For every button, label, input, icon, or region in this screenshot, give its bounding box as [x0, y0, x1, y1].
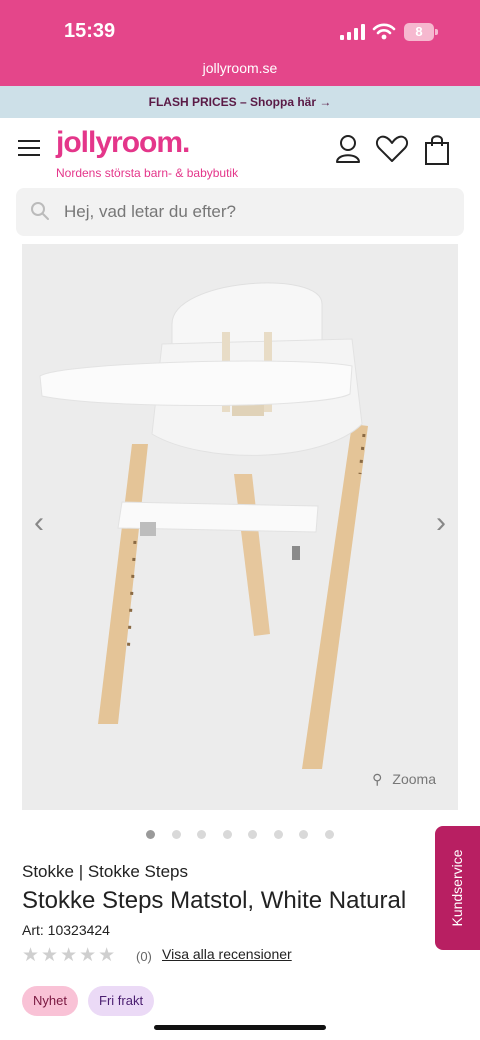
home-indicator	[154, 1025, 326, 1030]
carousel-dot[interactable]	[197, 830, 207, 839]
browser-url[interactable]: jollyroom.se	[0, 60, 480, 76]
product-title: Stokke Steps Matstol, White Natural	[22, 887, 407, 914]
shopping-bag-icon[interactable]	[424, 134, 450, 166]
product-image-gallery[interactable]: ‹ › ⚲ Zooma	[22, 244, 458, 810]
carousel-dot[interactable]	[171, 830, 181, 839]
carousel-dot[interactable]	[299, 830, 309, 839]
prev-image-arrow[interactable]: ‹	[34, 506, 44, 540]
battery-icon: 8	[404, 23, 438, 41]
badge-new: Nyhet	[22, 986, 78, 1016]
status-bar: 15:39 8 jollyroom.se	[0, 0, 480, 86]
logo[interactable]: jollyroom.	[56, 126, 190, 160]
view-all-reviews-link[interactable]: Visa alla recensioner	[162, 946, 292, 962]
zoom-button[interactable]: ⚲ Zooma	[372, 771, 436, 788]
rating-count: (0)	[136, 949, 152, 964]
zoom-label: Zooma	[392, 771, 436, 787]
customer-service-tab[interactable]: Kundservice	[435, 826, 480, 950]
wifi-icon	[372, 23, 396, 40]
heart-icon[interactable]	[375, 134, 409, 164]
tagline: Nordens största barn- & babybutik	[56, 166, 239, 180]
product-brand[interactable]: Stokke | Stokke Steps	[22, 862, 188, 882]
signal-icon	[340, 24, 365, 40]
article-label: Art:	[22, 922, 44, 938]
carousel-dot[interactable]	[146, 830, 156, 839]
search-input[interactable]	[64, 188, 444, 236]
customer-service-label: Kundservice	[449, 849, 465, 927]
search-bar[interactable]	[16, 188, 464, 236]
carousel-dot[interactable]	[248, 830, 258, 839]
promo-banner[interactable]: FLASH PRICES – Shoppa här →	[0, 86, 480, 118]
status-time: 15:39	[64, 20, 116, 42]
menu-icon[interactable]	[18, 140, 40, 156]
zoom-icon: ⚲	[372, 771, 383, 787]
article-value: 10323424	[47, 922, 110, 938]
carousel-indicators	[0, 826, 480, 844]
carousel-dot[interactable]	[324, 830, 334, 839]
rating-stars: ★★★★★	[22, 945, 118, 966]
article-number: Art: 10323424	[22, 922, 110, 938]
account-icon[interactable]	[334, 134, 362, 164]
next-image-arrow[interactable]: ›	[436, 506, 446, 540]
carousel-dot[interactable]	[222, 830, 232, 839]
product-image	[39, 282, 368, 769]
search-icon	[31, 202, 49, 220]
site-header: jollyroom. Nordens största barn- & babyb…	[0, 118, 480, 188]
carousel-dot[interactable]	[273, 830, 283, 839]
badge-free-shipping: Fri frakt	[88, 986, 155, 1016]
